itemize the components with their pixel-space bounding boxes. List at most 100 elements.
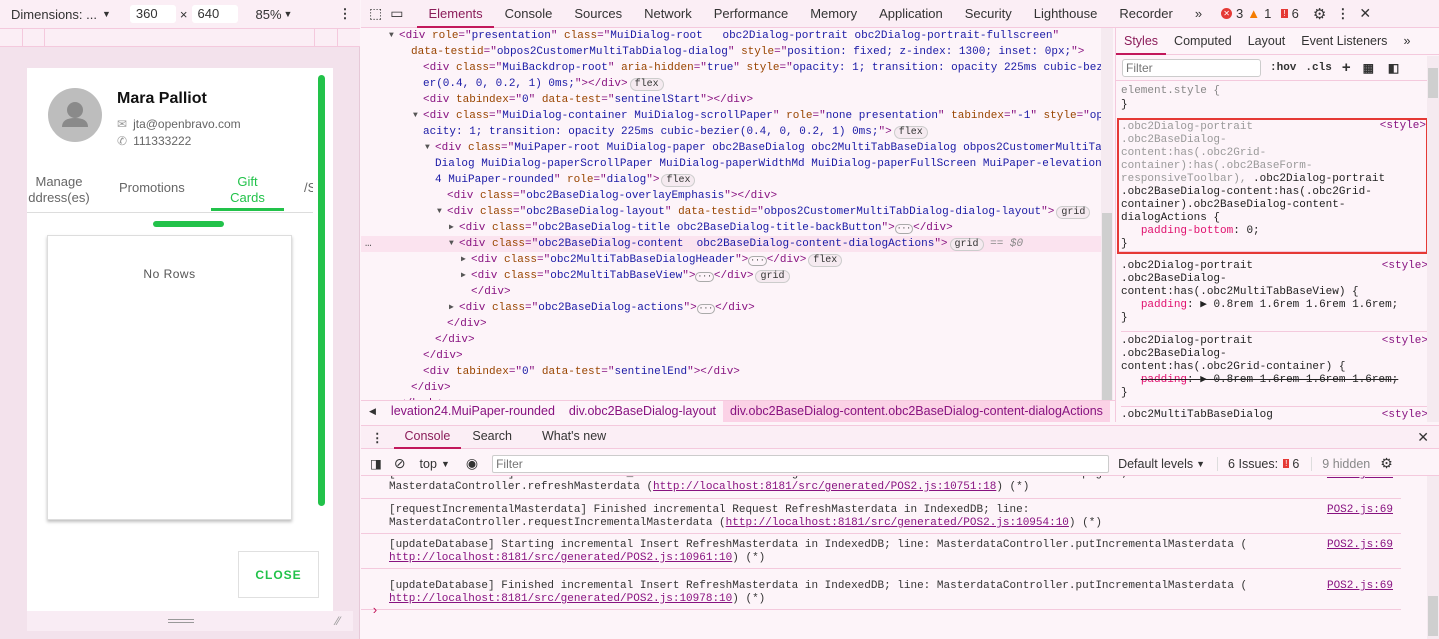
dom-node-line[interactable]: <div class="MuiBackdrop-root" aria-hidde… [361,60,1110,76]
element-style-selector[interactable]: element.style { [1121,84,1220,98]
dom-node-line[interactable]: ▼ <div class="MuiDialog-container MuiDial… [361,108,1103,124]
style-source-link[interactable]: <style> [1382,409,1428,422]
source-url-link[interactable]: http://localhost:8181/src/generated/POS2… [389,593,732,605]
collapse-arrow-icon[interactable]: ▼ [449,236,454,252]
ellipsis-expand-icon[interactable]: ··· [894,224,914,234]
elements-scrollbar[interactable] [1101,28,1113,403]
expand-arrow-icon[interactable]: ▶ [461,268,466,284]
dom-node-line[interactable]: ▼ <div class="obc2BaseDialog-layout" data… [361,204,1091,220]
tab-lighthouse[interactable]: Lighthouse [1023,0,1109,28]
dom-node-line[interactable]: 4 MuiPaper-rounded" role="dialog"> flex [361,172,696,188]
collapse-arrow-icon[interactable]: ▼ [389,28,394,44]
tab-application[interactable]: Application [868,0,954,28]
tab-gift-cards[interactable]: Gift Cards [211,174,284,211]
dom-node-line[interactable]: <div tabindex="0" data-test="sentinelSta… [361,92,753,108]
tab-computed[interactable]: Computed [1166,28,1240,55]
styles-scrollbar[interactable] [1427,56,1439,422]
inspect-element-icon[interactable]: ⬚ [369,5,382,22]
console-prompt[interactable]: › [371,603,379,618]
drawer-tab-search[interactable]: Search [461,425,523,449]
tab-security[interactable]: Security [954,0,1023,28]
styles-filter-input[interactable] [1122,58,1261,77]
layout-badge[interactable]: flex [661,174,696,187]
dom-node-line[interactable]: <div tabindex="0" data-test="sentinelEnd… [361,364,740,380]
width-input[interactable]: 360 [129,5,176,23]
css-rule[interactable]: .obc2Dialog-portrait .obc2BaseDialog- co… [1117,118,1428,254]
collapse-arrow-icon[interactable]: ▼ [437,204,442,220]
ellipsis-expand-icon[interactable]: ··· [696,304,716,314]
drawer-menu-icon[interactable]: ⋮ [371,430,384,445]
style-source-link[interactable]: <style> [1380,120,1426,133]
media-query-bar[interactable] [0,28,360,47]
close-button[interactable]: CLOSE [238,551,319,598]
tab-recorder[interactable]: Recorder [1108,0,1183,28]
settings-gear-icon[interactable]: ⚙ [1313,5,1326,23]
toggle-sidebar-icon[interactable]: ◧ [1388,61,1399,75]
tab-performance[interactable]: Performance [703,0,799,28]
dom-node-line[interactable]: ▶ <div class="obc2BaseDialog-actions"> ···… [361,300,755,316]
layout-badge[interactable]: grid [949,238,984,251]
source-url-link[interactable]: http://localhost:8181/src/generated/POS2… [653,481,996,493]
layout-badge[interactable]: grid [1056,206,1091,219]
cls-toggle[interactable]: .cls [1305,62,1331,74]
expand-arrow-icon[interactable]: ▶ [461,252,466,268]
expand-arrow-icon[interactable]: ▶ [449,220,454,236]
dom-node-line[interactable]: acity: 1; transition: opacity 225ms cubi… [361,124,928,140]
css-rule[interactable]: .obc2Dialog-portrait .obc2BaseDialog- co… [1121,335,1428,407]
dom-node-line[interactable]: data-testid="obpos2CustomerMultiTabDialo… [361,44,1084,60]
dom-node-line[interactable]: ▶ <div class="obc2BaseDialog-title obc2Ba… [361,220,953,236]
zoom-select[interactable]: 85% [256,7,282,22]
layout-badge[interactable]: flex [629,78,664,91]
source-location-link[interactable]: POS2.js:69 [1327,580,1393,593]
dom-node-line[interactable]: ▶ <div class="obc2MultiTabBaseDialogHeade… [361,252,843,268]
console-scrollbar[interactable] [1427,476,1439,639]
dom-node-line[interactable]: </div> [361,284,511,300]
ellipsis-expand-icon[interactable]: ··· [695,272,714,282]
source-url-link[interactable]: http://localhost:8181/src/generated/POS2… [389,552,732,564]
dom-node-line[interactable]: er(0.4, 0, 0.2, 1) 0ms;"></div> flex [361,76,664,92]
dom-node-line[interactable]: </div> [361,316,487,332]
breadcrumb-item-active[interactable]: div.obc2BaseDialog-content.obc2BaseDialo… [723,401,1110,422]
css-value[interactable]: 0; [1246,225,1259,237]
dom-node-line[interactable]: </div> [361,348,463,364]
drawer-tab-console[interactable]: Console [393,425,462,449]
live-expression-eye-icon[interactable]: ◉ [466,455,478,472]
tab-network[interactable]: Network [633,0,703,28]
dimensions-select[interactable]: Dimensions: ... [11,7,97,22]
dom-node-line[interactable]: ▼ <div role="presentation" class="MuiDial… [361,28,1059,44]
layout-badge[interactable]: flex [808,254,843,267]
css-rule[interactable]: .obc2MultiTabBaseDialog <style> [1121,409,1428,422]
console-filter-input[interactable] [492,454,1110,473]
dom-node-line[interactable]: ▼ <div class="MuiPaper-root MuiDialog-pap… [361,140,1108,156]
error-counter[interactable]: ✕ 3 ▲ 1 ! 6 [1221,6,1299,21]
customize-menu-icon[interactable]: ⋮ [1336,6,1349,22]
tab-manage-addresses[interactable]: Manage ddress(es) [24,174,94,206]
source-location-link[interactable]: POS2.js:69 [1327,476,1393,481]
tab-sources[interactable]: Sources [563,0,633,28]
tab-memory[interactable]: Memory [799,0,868,28]
context-select[interactable]: top [420,457,437,471]
console-settings-gear-icon[interactable]: ⚙ [1380,455,1393,472]
dom-node-line[interactable]: <div class="obc2BaseDialog-overlayEmphas… [361,188,777,204]
dom-node-line[interactable]: ▶ <div class="obc2MultiTabBaseView"> ··· </… [361,268,790,284]
css-property[interactable]: padding [1141,374,1187,386]
source-location-link[interactable]: POS2.js:69 [1327,504,1393,517]
collapse-arrow-icon[interactable]: ▼ [413,108,418,124]
new-rule-icon[interactable]: + [1342,59,1351,76]
css-property[interactable]: padding-bottom [1141,225,1233,237]
log-levels-select[interactable]: Default levels [1118,457,1193,471]
close-drawer-icon[interactable]: ✕ [1417,429,1429,446]
drag-handle[interactable] [153,221,224,227]
height-input[interactable]: 640 [191,5,238,23]
resize-handle-icon[interactable] [168,619,194,623]
drawer-tab-whats-new[interactable]: What's new [531,425,617,449]
layout-badge[interactable]: grid [755,270,790,283]
tab-console[interactable]: Console [494,0,564,28]
dom-node-selected[interactable]: … ▼ <div class="obc2BaseDialog-content obc… [361,236,1101,252]
more-tabs-button[interactable]: » [1184,0,1213,28]
resize-corner-icon[interactable]: ⁄⁄ [336,614,340,628]
source-url-link[interactable]: http://localhost:8181/src/generated/POS2… [726,517,1069,529]
tab-layout[interactable]: Layout [1240,28,1294,55]
css-property[interactable]: padding [1141,299,1187,311]
breadcrumb-item[interactable]: div.obc2BaseDialog-layout [562,401,723,422]
